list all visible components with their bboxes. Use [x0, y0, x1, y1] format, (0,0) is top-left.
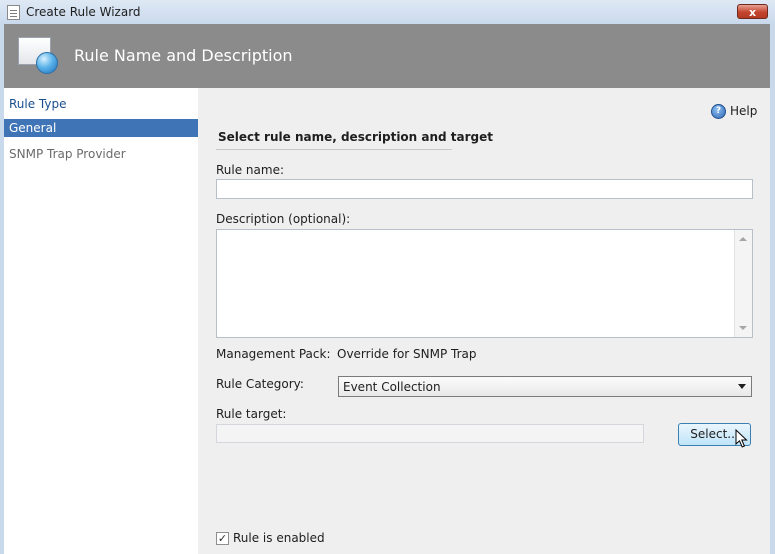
- scroll-up-icon[interactable]: [739, 237, 747, 241]
- close-button[interactable]: x: [737, 4, 768, 19]
- section-divider: [216, 149, 452, 150]
- section-title: Select rule name, description and target: [218, 130, 494, 144]
- rule-name-label: Rule name:: [216, 163, 285, 177]
- wizard-page-icon: [18, 37, 58, 74]
- rule-target-field: [216, 424, 644, 443]
- window-frame-right: [770, 24, 775, 554]
- management-pack-value: Override for SNMP Trap: [337, 347, 477, 361]
- rule-name-input[interactable]: [216, 179, 753, 199]
- window-title: Create Rule Wizard: [26, 5, 141, 19]
- nav-item-general[interactable]: General: [4, 119, 198, 137]
- rule-category-label: Rule Category:: [216, 377, 304, 391]
- rule-enabled-checkbox[interactable]: ✓: [216, 532, 229, 545]
- orb-icon: [36, 52, 58, 74]
- wizard-steps-nav: Rule Type General SNMP Trap Provider: [4, 88, 198, 554]
- scroll-down-icon[interactable]: [739, 326, 747, 330]
- checkmark-icon: ✓: [217, 532, 228, 545]
- rule-category-value: Event Collection: [343, 380, 441, 394]
- management-pack-label: Management Pack:: [216, 347, 331, 361]
- description-scrollbar[interactable]: [734, 230, 752, 337]
- nav-item-rule-type[interactable]: Rule Type: [4, 95, 198, 113]
- chevron-down-icon: [738, 384, 746, 389]
- mouse-cursor-icon: [735, 429, 748, 448]
- rule-target-label: Rule target:: [216, 407, 287, 421]
- close-icon: x: [748, 6, 757, 19]
- description-textarea[interactable]: [216, 229, 753, 338]
- nav-item-snmp-trap-provider: SNMP Trap Provider: [9, 147, 126, 161]
- description-label: Description (optional):: [216, 212, 351, 226]
- rule-category-dropdown[interactable]: Event Collection: [338, 376, 752, 397]
- help-icon: ?: [711, 104, 726, 119]
- page-title: Rule Name and Description: [74, 46, 293, 65]
- rule-enabled-label[interactable]: Rule is enabled: [233, 531, 325, 545]
- wizard-header: Rule Name and Description: [4, 24, 770, 88]
- help-label: Help: [730, 104, 758, 118]
- app-icon: [7, 5, 20, 20]
